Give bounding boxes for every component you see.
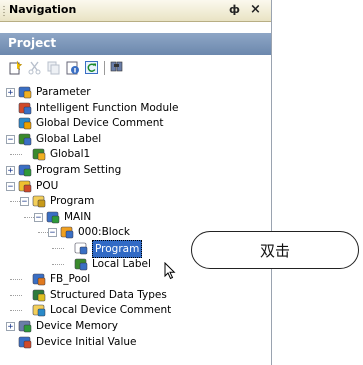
tree-item-label[interactable]: Local Label: [92, 256, 151, 272]
tree-item-label[interactable]: FB_Pool: [50, 271, 90, 287]
fb-pool-icon: [31, 271, 47, 287]
tree-item[interactable]: Device Initial Value: [0, 334, 260, 350]
cut-icon[interactable]: [27, 60, 42, 75]
expand-icon[interactable]: +: [6, 166, 15, 176]
device-initial-icon: [17, 334, 33, 350]
tree-item-label[interactable]: Device Initial Value: [36, 334, 136, 350]
tree-item-label[interactable]: Global Device Comment: [36, 115, 164, 131]
callout-bubble: 双击: [191, 231, 359, 269]
expand-icon[interactable]: +: [6, 322, 15, 332]
close-icon[interactable]: ×: [250, 2, 261, 18]
pin-icon[interactable]: ф: [229, 2, 240, 18]
tree-item[interactable]: − MAIN: [0, 209, 260, 225]
tree-item[interactable]: − Global Label: [0, 131, 260, 147]
new-data-icon[interactable]: [8, 60, 23, 75]
module-icon: [17, 100, 33, 116]
local-label-icon: [73, 256, 89, 272]
tree-item[interactable]: − Program: [0, 193, 260, 209]
parameter-icon: [17, 84, 33, 100]
tree-item-label[interactable]: Parameter: [36, 84, 91, 100]
comment-folder-icon: [31, 302, 47, 318]
label-icon: [17, 131, 33, 147]
collapse-icon[interactable]: −: [48, 228, 57, 238]
block-icon: [59, 224, 75, 240]
tree-item-label[interactable]: Device Memory: [36, 318, 118, 334]
tree-item-label[interactable]: Program Setting: [36, 162, 121, 178]
navigation-titlebar: Navigation ф ×: [0, 0, 271, 22]
collapse-icon[interactable]: −: [20, 197, 29, 207]
tree-item[interactable]: + Program Setting: [0, 162, 260, 178]
navigation-panel: Navigation ф × Project + Parameter Intelli…: [0, 0, 272, 365]
collapse-icon[interactable]: −: [34, 213, 43, 223]
pou-icon: [17, 178, 33, 194]
tree-item-label[interactable]: Intelligent Function Module: [36, 100, 179, 116]
tree-item[interactable]: FB_Pool: [0, 271, 260, 287]
toolbar-separator: [104, 61, 105, 75]
drag-grip[interactable]: [3, 5, 5, 17]
navigation-title: Navigation: [9, 3, 77, 16]
project-header: Project: [0, 33, 271, 55]
tree-item-label[interactable]: MAIN: [64, 209, 91, 225]
tree-item-label[interactable]: POU: [36, 178, 58, 194]
copy-icon[interactable]: [46, 60, 61, 75]
callout-text: 双击: [259, 242, 290, 260]
program-body-icon: [73, 240, 89, 256]
refresh-icon[interactable]: [84, 60, 99, 75]
tree-item[interactable]: Local Device Comment: [0, 302, 260, 318]
properties-icon[interactable]: [65, 60, 80, 75]
tree-item[interactable]: + Parameter: [0, 84, 260, 100]
tree-item-label[interactable]: Global Label: [36, 131, 101, 147]
expand-icon[interactable]: +: [6, 88, 15, 98]
find-icon[interactable]: [109, 60, 124, 75]
tree-item-label[interactable]: Structured Data Types: [50, 287, 167, 303]
structured-icon: [31, 287, 47, 303]
main-icon: [45, 209, 61, 225]
tree-item-label[interactable]: 000:Block: [78, 224, 130, 240]
collapse-icon[interactable]: −: [6, 135, 15, 145]
tree-item-label[interactable]: Global1: [50, 146, 90, 162]
program-setting-icon: [17, 162, 33, 178]
tree-item[interactable]: Intelligent Function Module: [0, 100, 260, 116]
label-table-icon: [31, 146, 47, 162]
mouse-pointer-icon: [164, 262, 176, 280]
navigation-toolbar: [0, 56, 271, 80]
folder-icon: [31, 193, 47, 209]
device-memory-icon: [17, 318, 33, 334]
tree-item-label[interactable]: Local Device Comment: [50, 302, 171, 318]
collapse-icon[interactable]: −: [6, 182, 15, 192]
tree-item[interactable]: Structured Data Types: [0, 287, 260, 303]
project-header-label: Project: [8, 36, 57, 50]
tree-item-label[interactable]: Program: [50, 193, 94, 209]
comment-icon: [17, 115, 33, 131]
tree-item[interactable]: + Device Memory: [0, 318, 260, 334]
tree-item[interactable]: Global Device Comment: [0, 115, 260, 131]
tree-item[interactable]: Global1: [0, 146, 260, 162]
tree-item[interactable]: − POU: [0, 178, 260, 194]
